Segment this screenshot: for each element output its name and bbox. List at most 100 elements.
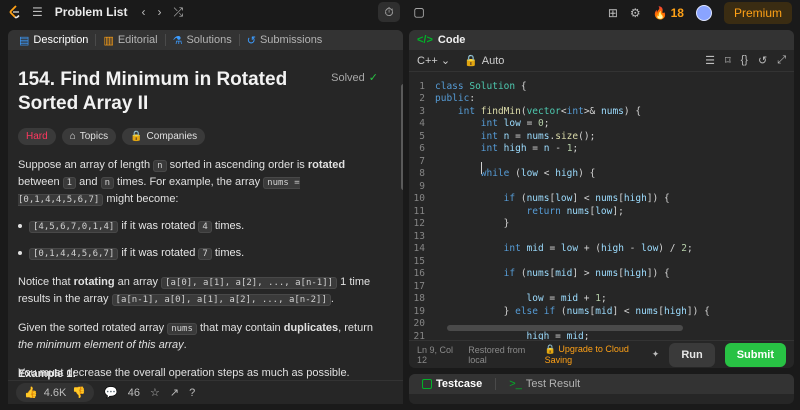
language-select[interactable]: C++ ⌄ [417,54,450,67]
tag-row: Hard ⌂ Topics 🔒 Companies [18,128,388,145]
upgrade-link[interactable]: 🔒 Upgrade to Cloud Saving [545,344,642,365]
premium-button[interactable]: Premium [723,2,792,24]
inline-code: 1 [62,177,77,189]
inline-code: n [153,160,167,172]
editor-tools: ☰ ⌑ {} ↺ ⤢ [705,54,786,67]
solved-label: Solved [331,71,365,84]
code-line[interactable]: 9 [409,180,794,193]
code-line[interactable]: 7 [409,155,794,168]
streak-counter[interactable]: 🔥 18 [653,6,684,20]
line-text: while (low < high) { [480,168,596,180]
bookmark-icon[interactable]: ⌑ [725,54,731,67]
tab-submissions-label: Submissions [259,34,323,46]
lock-icon: 🔒 [464,55,478,67]
tab-testcase[interactable]: Testcase [417,378,487,390]
likes-count: 4.6K [43,386,67,399]
line-number: 10 [413,193,425,205]
star-icon[interactable]: ☆ [150,386,160,399]
notes-icon[interactable]: ▢ [408,2,430,22]
chevron-down-icon: ⌄ [440,55,451,67]
line-text: } [503,218,510,230]
companies-tag[interactable]: 🔒 Companies [122,128,206,145]
cursor-position: Ln 9, Col 12 [417,344,454,365]
timer-icon[interactable]: ⏱ [378,2,400,22]
tab-editorial-label: Editorial [117,34,158,46]
bullet-dot [18,224,22,228]
tab-description[interactable]: ▤ Description [14,34,93,47]
like-dislike-group: 👍 4.6K 👎 [16,383,95,402]
settings-gear-icon[interactable]: ⚙ [630,6,641,20]
code-tab-label[interactable]: Code [438,34,466,46]
code-line[interactable]: 13 [409,230,794,243]
prev-problem-icon[interactable]: ‹ [141,5,145,19]
list-item: [0,1,4,4,5,6,7] if it was rotated 7 time… [18,245,388,262]
tab-divider [164,34,166,46]
tab-solutions[interactable]: ⚗ Solutions [168,34,237,47]
code-line[interactable]: 12 } [409,218,794,231]
avatar[interactable] [695,5,712,21]
magic-wand-icon[interactable]: ✦ [652,349,660,360]
code-line[interactable]: 18 low = mid + 1; [409,293,794,306]
code-line[interactable]: 10 if (nums[low] < nums[high]) { [409,193,794,206]
tab-editorial[interactable]: ▥ Editorial [98,34,162,47]
submit-button[interactable]: Submit [724,342,786,367]
code-line[interactable]: 2 public: [409,93,794,106]
next-problem-icon[interactable]: › [157,5,161,19]
test-panel: Testcase >_ Test Result [409,374,794,404]
code-line[interactable]: 19 } else if (nums[mid] < nums[high]) { [409,305,794,318]
code-tab-bar: </> Code [409,30,794,50]
difficulty-badge: Hard [18,128,56,145]
code-line[interactable]: 17 [409,280,794,293]
tab-submissions[interactable]: ↺ Submissions [242,34,328,47]
code-editor[interactable]: 1 class Solution {2 public: 3 int findMin(v… [409,74,794,342]
shuffle-icon[interactable]: ⤮ [173,5,183,20]
example-heading: Example 1: [18,368,77,380]
problem-list-icon[interactable]: ☰ [32,5,43,19]
line-number: 3 [419,105,425,117]
code-line[interactable]: 4 int low = 0; [409,118,794,131]
tab-test-result[interactable]: >_ Test Result [504,378,585,390]
code-line[interactable]: 11 return nums[low]; [409,205,794,218]
line-number: 19 [413,305,425,317]
format-lines-icon[interactable]: ☰ [705,54,715,67]
line-text: } else if (nums[mid] < nums[high]) { [503,305,710,317]
tag-icon: ⌂ [69,131,76,142]
thumbs-down-icon[interactable]: 👎 [72,386,86,399]
list-item: [4,5,6,7,0,1,4] if it was rotated 4 time… [18,218,388,235]
topics-tag[interactable]: ⌂ Topics [61,128,117,145]
code-line[interactable]: 8 while (low < high) { [409,168,794,181]
problem-list-title[interactable]: Problem List [55,5,128,19]
comment-icon[interactable]: 💬 [104,386,118,399]
companies-label: Companies [146,131,198,142]
code-line[interactable]: 16 if (nums[mid] > nums[high]) { [409,268,794,281]
braces-icon[interactable]: {} [741,54,748,67]
code-line[interactable]: 6 int high = n - 1; [409,143,794,156]
page-title[interactable]: 154. Find Minimum in Rotated Sorted Arra… [18,68,328,116]
leetcode-logo-icon[interactable] [8,5,22,19]
code-line[interactable]: 5 int n = nums.size(); [409,130,794,143]
code-line[interactable]: 3 int findMin(vector<int>& nums) { [409,105,794,118]
fullscreen-icon[interactable]: ⤢ [777,54,786,67]
code-line[interactable]: 1 class Solution { [409,80,794,93]
language-value: C++ [417,55,438,67]
line-text: if (nums[low] < nums[high]) { [503,193,670,205]
reset-icon[interactable]: ↺ [758,54,767,67]
lock-icon: 🔒 [544,344,556,354]
layout-grid-icon[interactable]: ⊞ [608,6,618,20]
line-number: 7 [419,155,425,167]
horizontal-scrollbar[interactable] [447,325,683,331]
code-line[interactable]: 14 int mid = low + (high - low) / 2; [409,243,794,256]
line-text: low = mid + 1; [526,293,607,305]
test-tabs: Testcase >_ Test Result [409,374,794,394]
share-icon[interactable]: ↗ [170,386,179,399]
help-icon[interactable]: ? [189,387,195,399]
line-text: int findMin(vector<int>& nums) { [457,105,642,117]
thumbs-up-icon[interactable]: 👍 [24,386,38,399]
line-number: 14 [413,243,425,255]
run-button[interactable]: Run [669,342,715,367]
auto-mode-label[interactable]: Auto [482,55,505,67]
comments-count: 46 [127,386,140,399]
paragraph-rotation: Notice that rotating an array [a[0], a[1… [18,276,371,306]
code-line[interactable]: 15 [409,255,794,268]
description-scrollbar[interactable] [401,84,403,190]
